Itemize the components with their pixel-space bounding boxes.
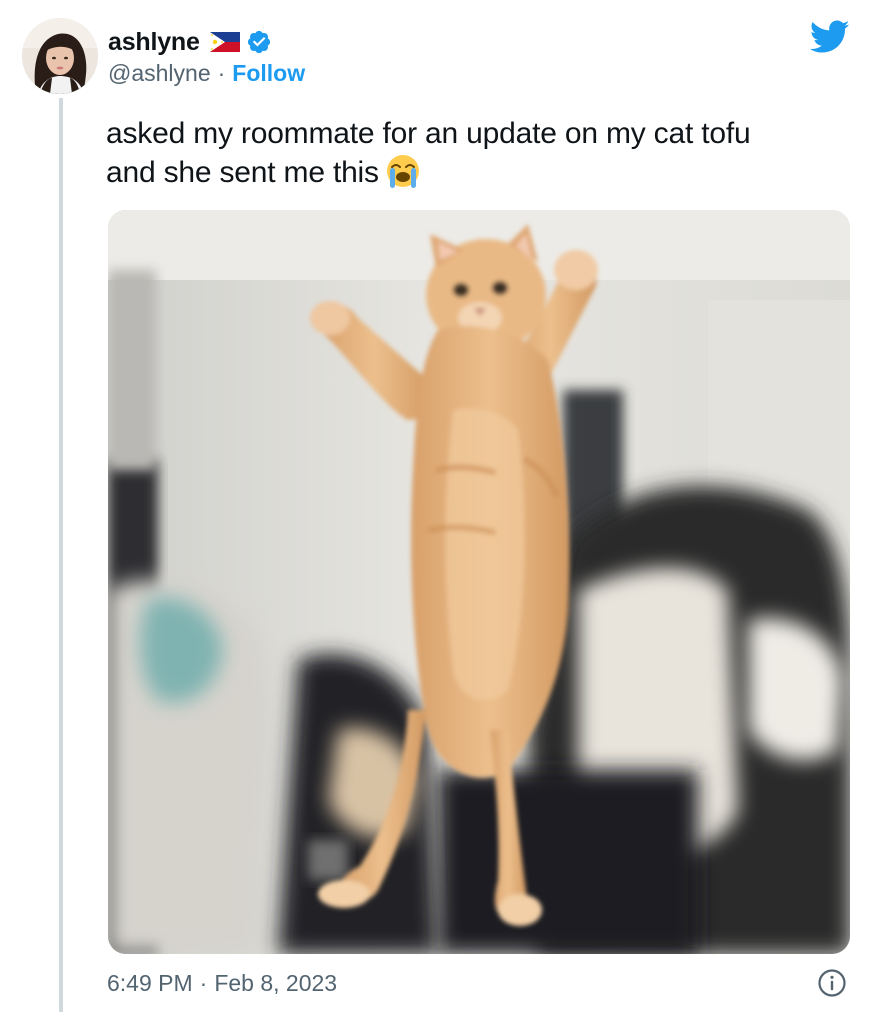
- avatar[interactable]: [22, 18, 98, 94]
- philippines-flag-icon: [209, 32, 240, 52]
- twitter-bird-icon[interactable]: [810, 20, 850, 54]
- tweet-date: Feb 8, 2023: [214, 970, 338, 996]
- separator-dot: ·: [217, 60, 226, 86]
- tweet-timestamp-link[interactable]: 6:49 PM · Feb 8, 2023: [107, 970, 337, 997]
- tweet-text-line-1: asked my roommate for an update on my ca…: [106, 117, 751, 150]
- author-name-row[interactable]: ashlyne: [108, 26, 272, 58]
- tweet-text-line-2: and she sent me this: [106, 156, 379, 189]
- follow-button[interactable]: Follow: [232, 60, 305, 87]
- cat-photo: [108, 210, 850, 954]
- loudly-crying-face-emoji: [386, 155, 419, 188]
- tweet-text: asked my roommate for an update on my ca…: [106, 114, 846, 192]
- tweet-time: 6:49 PM: [107, 970, 193, 996]
- tweet-card: ashlyne @ashlyne · Follow asked my roomm…: [0, 0, 880, 1012]
- meta-separator-dot: ·: [199, 970, 208, 996]
- handle-row: @ashlyne · Follow: [108, 60, 305, 87]
- display-name[interactable]: ashlyne: [108, 28, 200, 57]
- verified-badge-icon: [247, 30, 270, 54]
- thread-line: [59, 98, 63, 1012]
- avatar-photo: [22, 18, 98, 94]
- info-icon[interactable]: [817, 968, 847, 998]
- handle[interactable]: @ashlyne: [108, 60, 211, 87]
- tweet-media-photo[interactable]: [108, 210, 850, 954]
